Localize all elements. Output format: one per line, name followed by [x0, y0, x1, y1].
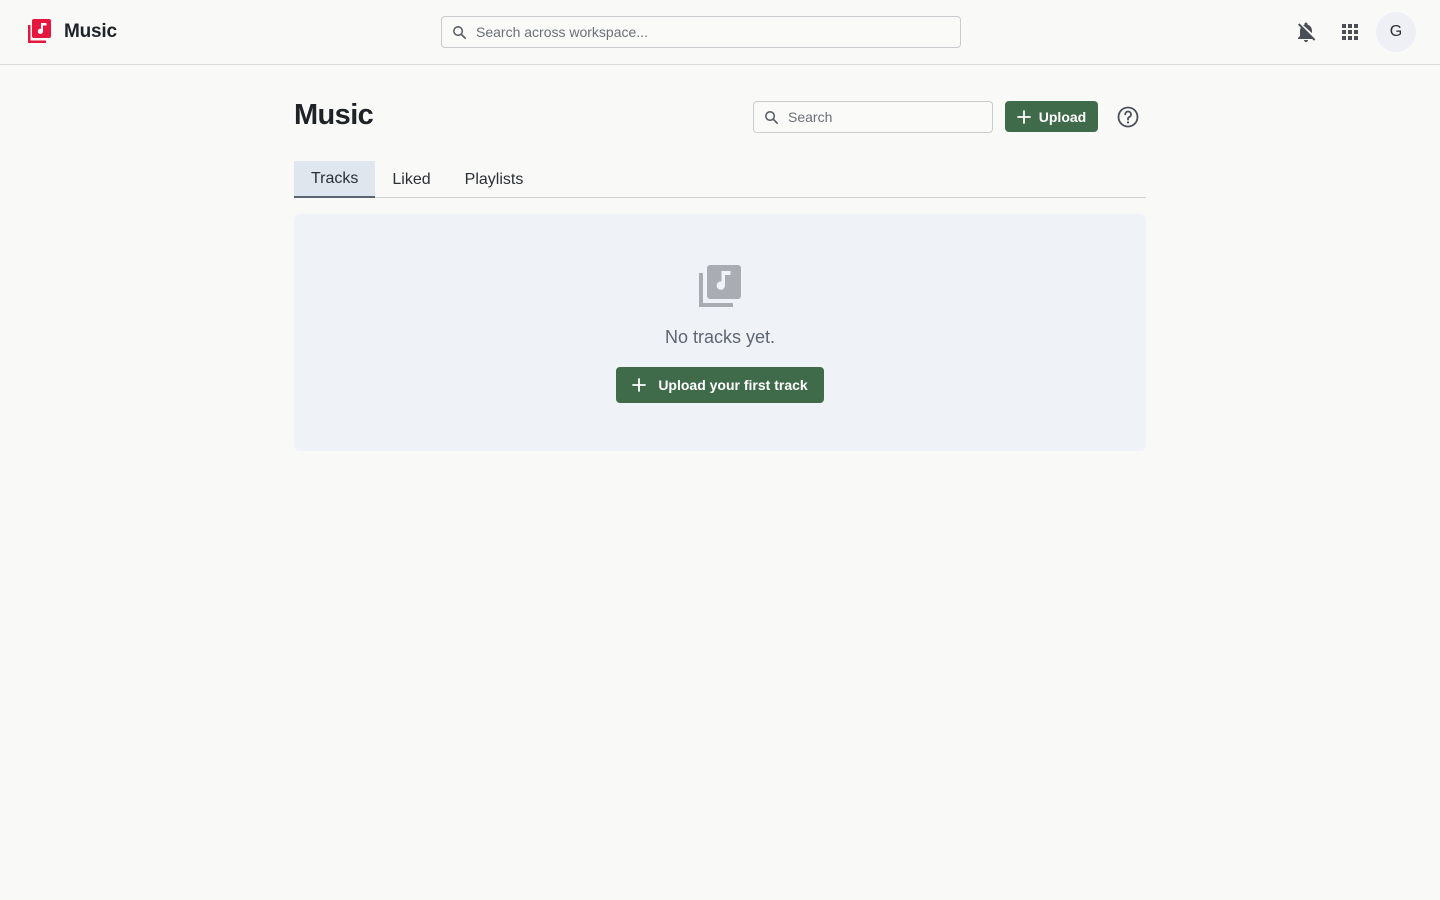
upload-first-track-label: Upload your first track	[658, 377, 808, 393]
tracks-search-input[interactable]	[788, 102, 988, 132]
music-app-logo-icon	[28, 19, 51, 43]
global-search-input[interactable]	[476, 17, 956, 47]
help-icon[interactable]	[1116, 105, 1140, 129]
tab-tracks[interactable]: Tracks	[294, 161, 376, 198]
app-name: Music	[64, 20, 117, 42]
global-search[interactable]	[441, 16, 961, 48]
empty-state-panel: No tracks yet. Upload your first track	[294, 214, 1146, 451]
plus-icon	[1016, 109, 1031, 124]
upload-first-track-button[interactable]: Upload your first track	[616, 367, 824, 403]
tracks-search[interactable]	[753, 101, 993, 133]
notifications-off-icon[interactable]	[1294, 20, 1318, 44]
library-music-icon	[699, 265, 741, 307]
search-icon	[453, 26, 467, 40]
tab-playlists[interactable]: Playlists	[448, 161, 541, 198]
brand[interactable]: Music	[25, 18, 117, 45]
plus-icon	[632, 378, 647, 392]
upload-button-label: Upload	[1038, 108, 1087, 125]
page-title: Music	[294, 99, 374, 131]
apps-grid-icon[interactable]	[1338, 20, 1362, 44]
tab-liked[interactable]: Liked	[375, 161, 447, 198]
top-bar: Music G	[0, 0, 1440, 65]
search-icon	[765, 111, 779, 125]
empty-state-message: No tracks yet.	[664, 327, 776, 347]
upload-button[interactable]: Upload	[1005, 101, 1098, 132]
user-avatar[interactable]: G	[1376, 12, 1416, 52]
tab-bar: Tracks Liked Playlists	[294, 161, 1146, 198]
